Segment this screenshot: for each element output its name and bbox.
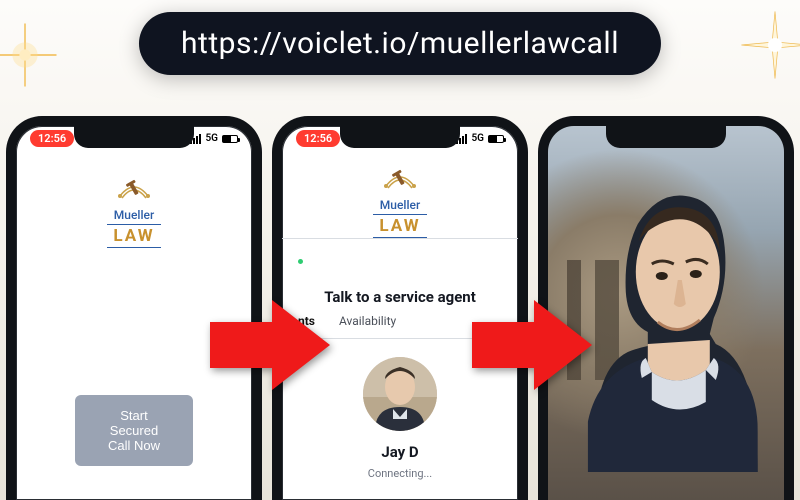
- brand-logo: Mueller LAW: [16, 174, 252, 248]
- brand-line1: Mueller: [282, 198, 518, 212]
- status-dot-icon: [298, 259, 303, 264]
- sparkle-left-icon: [0, 20, 60, 94]
- phone-notch: [606, 126, 726, 148]
- status-signal: 5G: [190, 130, 238, 147]
- caller-video: [588, 172, 758, 472]
- flow-arrow-icon: [472, 300, 592, 390]
- gavel-crest-icon: [114, 174, 154, 204]
- phone-notch: [340, 126, 460, 148]
- demo-url: https://voiclet.io/muellerlawcall: [139, 12, 661, 75]
- brand-line2: LAW: [373, 214, 426, 238]
- status-time: 12:56: [30, 130, 74, 147]
- online-indicator: [282, 238, 518, 278]
- network-label: 5G: [471, 133, 484, 144]
- status-signal: 5G: [456, 130, 504, 147]
- gavel-crest-icon: [380, 164, 420, 194]
- status-time: 12:56: [296, 130, 340, 147]
- battery-icon: [222, 135, 238, 143]
- agent-status: Connecting...: [282, 467, 518, 480]
- flow-arrow-icon: [210, 300, 330, 390]
- start-call-button[interactable]: Start Secured Call Now: [75, 395, 193, 466]
- agent-avatar: [363, 357, 437, 431]
- sparkle-right-icon: [740, 10, 800, 84]
- brand-line2: LAW: [107, 224, 160, 248]
- battery-icon: [488, 135, 504, 143]
- phone-row: 12:56 5G: [0, 116, 800, 500]
- phone-notch: [74, 126, 194, 148]
- brand-line1: Mueller: [16, 208, 252, 222]
- agent-name: Jay D: [282, 443, 518, 461]
- brand-logo: Mueller LAW: [282, 164, 518, 238]
- network-label: 5G: [205, 133, 218, 144]
- tab-availability[interactable]: Availability: [339, 314, 396, 328]
